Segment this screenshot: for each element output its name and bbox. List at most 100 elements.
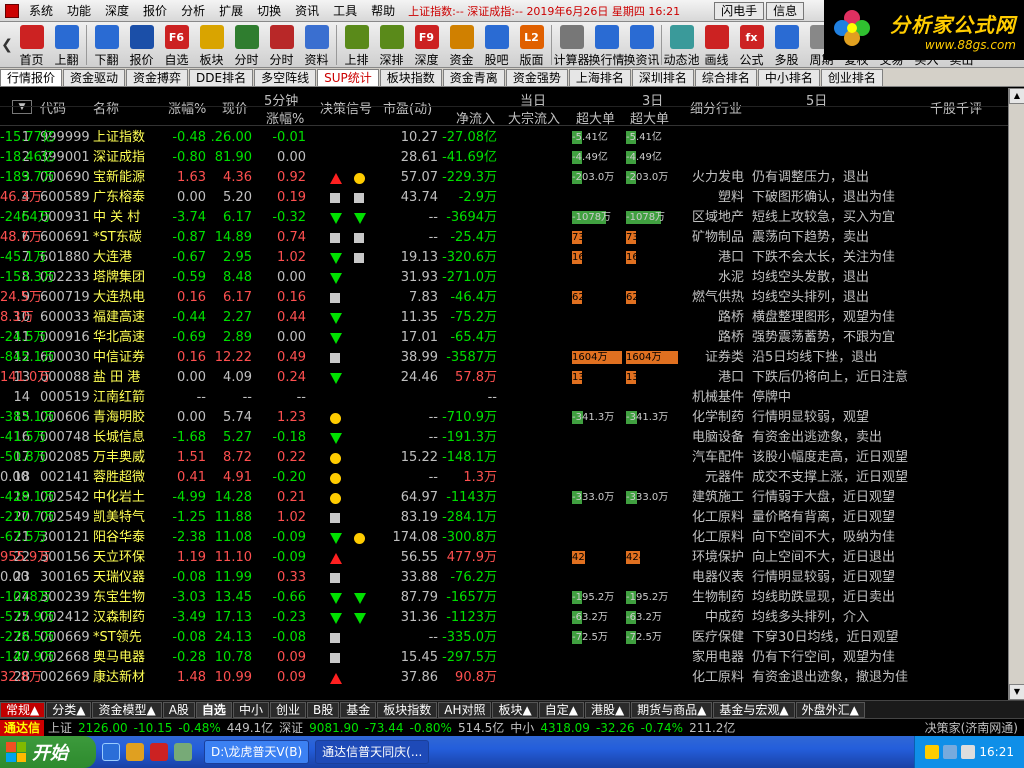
toolbar-button[interactable]: F6 自选 [159,22,194,68]
col-super[interactable]: 超大单 [576,108,615,127]
menu-item[interactable]: 深度 [98,0,136,22]
table-row[interactable]: 21 300121 阳谷华泰 -2.38 11.08 -0.09 174.08 -300.8万… [0,528,1024,548]
taskbar-task[interactable]: D:\龙虎普天V(B) [204,740,310,764]
table-row[interactable]: 24 300239 东宝生物 -3.03 13.45 -0.66 87.79 -1657万 -1… [0,588,1024,608]
tab-item[interactable]: 资金搏弈 [126,69,189,86]
tab-item[interactable]: 资金青离 [442,69,505,86]
col-m5-bottom[interactable]: 涨幅% [266,108,304,127]
toolbar-button[interactable]: 板块 [194,22,229,68]
menu-item[interactable]: 切换 [250,0,288,22]
tab-item[interactable]: SUP统计 [317,69,379,86]
table-row[interactable]: 5 000931 中 关 村 -3.74 6.17 -0.32 -- -3694万 -2464万… [0,208,1024,228]
bottom-tab[interactable]: 期货与商品▲ [631,701,713,718]
toolbar-button[interactable]: 换行情 [589,22,625,68]
menu-item[interactable]: 工具 [326,0,364,22]
col-signal[interactable]: 决策信号 [320,98,372,117]
tab-item[interactable]: 中小排名 [757,69,820,86]
table-row[interactable]: 25 002412 汉森制药 -3.49 17.13 -0.23 31.36 -1123万 -5… [0,608,1024,628]
bottom-tab[interactable]: AH对照 [438,701,492,718]
tab-item[interactable]: 深圳排名 [631,69,694,86]
app-quicklaunch-icon[interactable] [150,743,168,761]
toolbar-button[interactable]: 深排 [374,22,409,68]
taskbar-task[interactable]: 通达信普天同庆(... [315,740,430,764]
table-row[interactable]: 18 002141 蓉胜超微 0.41 4.91 -0.20 -- 1.3万 0.00 元器件 成交… [0,468,1024,488]
menu-button[interactable]: 闪电手 [714,1,765,20]
table-row[interactable]: 27 002668 奥马电器 -0.28 10.78 0.09 15.45 -297.5万 -1… [0,648,1024,668]
col-code[interactable]: 代码 [40,98,66,117]
scroll-up-icon[interactable]: ▲ [1009,88,1024,104]
menu-item[interactable]: 分析 [174,0,212,22]
bottom-tab[interactable]: 板块指数 [377,701,438,718]
toolbar-button[interactable]: L2 版面 [514,22,549,68]
bottom-tab[interactable]: 常规▲ [0,701,46,718]
bottom-tab[interactable]: 板块▲ [492,701,538,718]
toolbar-button[interactable]: 分时 [229,22,264,68]
table-row[interactable]: 2 399001 深证成指 -0.80 81.90 0.00 28.61 -41.69亿 -18… [0,148,1024,168]
toolbar-button[interactable]: 计算器 [554,22,590,68]
table-row[interactable]: 3 000690 宝新能源 1.63 4.36 0.92 57.07 -229.3万 -189.… [0,168,1024,188]
bottom-tab[interactable]: 自选 [195,701,232,718]
tab-item[interactable]: 板块指数 [379,69,442,86]
col-price[interactable]: 现价 [222,98,248,117]
bottom-tab[interactable]: 中小 [232,701,269,718]
tab-item[interactable]: 行情报价 [0,69,63,86]
bottom-tab[interactable]: 创业 [269,701,306,718]
toolbar-button[interactable]: 画线 [699,22,734,68]
toolbar-button[interactable]: 动态池 [664,22,700,68]
clock[interactable]: 16:21 [979,745,1014,759]
menu-item[interactable]: 功能 [60,0,98,22]
table-row[interactable]: 11 000916 华北高速 -0.69 2.89 0.00 17.01 -65.4万 -24.… [0,328,1024,348]
toolbar-button[interactable]: 上排 [339,22,374,68]
bottom-tab[interactable]: 基金与宏观▲ [713,701,795,718]
bottom-tab[interactable]: 外盘外汇▲ [795,701,865,718]
bottom-tab[interactable]: 港股▲ [584,701,631,718]
col-industry[interactable]: 细分行业 [690,98,742,117]
bottom-tab[interactable]: 基金 [340,701,377,718]
col-3day-super[interactable]: 超大单 [630,108,669,127]
bottom-tab[interactable]: B股 [306,701,340,718]
sort-dropdown-icon[interactable]: ▼ [12,100,32,114]
table-row[interactable]: 17 002085 万丰奥威 1.51 8.72 0.22 15.22 -148.1万 -50.… [0,448,1024,468]
desktop-quicklaunch-icon[interactable] [174,743,192,761]
table-row[interactable]: 19 002542 中化岩土 -4.99 14.28 0.21 64.97 -1143万 -42… [0,488,1024,508]
tab-item[interactable]: 创业排名 [820,69,883,86]
table-row[interactable]: 9 600719 大连热电 0.16 6.17 0.16 7.83 -46.4万 24.5万 燃气… [0,288,1024,308]
bottom-tab[interactable]: 自定▲ [538,701,584,718]
menu-item[interactable]: 系统 [22,0,60,22]
menu-item[interactable]: 报价 [136,0,174,22]
tab-item[interactable]: 资金强势 [505,69,568,86]
tab-item[interactable]: 多空阵线 [254,69,317,86]
tab-item[interactable]: 综合排名 [694,69,757,86]
table-row[interactable]: 4 600589 广东榕泰 0.00 5.20 0.19 43.74 -2.9万 46.3万 塑料… [0,188,1024,208]
menu-button[interactable]: 信息 [766,1,805,20]
toolbar-button[interactable]: fx 公式 [734,22,769,68]
toolbar-button[interactable]: 资金 [444,22,479,68]
toolbar-back-icon[interactable]: ❮ [0,22,14,68]
toolbar-button[interactable]: 股吧 [479,22,514,68]
table-row[interactable]: 13 000088 盐 田 港 0.00 4.09 0.24 24.46 57.8万 141.0… [0,368,1024,388]
app-icon[interactable] [2,1,22,21]
col-chg[interactable]: 涨幅% [168,98,206,117]
table-row[interactable]: 15 000606 青海明胶 0.00 5.74 1.23 -- -710.9万 -383.1万… [0,408,1024,428]
col-net[interactable]: 净流入 [456,108,495,127]
menu-item[interactable]: 帮助 [364,0,402,22]
tray-warning-icon[interactable] [925,745,940,759]
table-row[interactable]: 7 601880 大连港 -0.67 2.95 1.02 19.13 -320.6万 -45.1… [0,248,1024,268]
col-pe[interactable]: 市盈(动) [383,98,432,117]
toolbar-button[interactable]: 下翻 [89,22,124,68]
table-row[interactable]: 8 002233 塔牌集团 -0.59 8.48 0.00 31.93 -271.0万 -153… [0,268,1024,288]
toolbar-button[interactable]: 上翻 [49,22,84,68]
col-name[interactable]: 名称 [93,98,119,117]
ie-quicklaunch-icon[interactable] [102,743,120,761]
toolbar-button[interactable]: 首页 [14,22,49,68]
tab-item[interactable]: DDE排名 [189,69,254,86]
connection-status[interactable]: 决策家(济南网通) [925,719,1018,736]
tab-item[interactable]: 资金驱动 [63,69,126,86]
menu-item[interactable]: 资讯 [288,0,326,22]
scroll-down-icon[interactable]: ▼ [1009,684,1024,700]
menu-item[interactable]: 扩展 [212,0,250,22]
table-row[interactable]: 10 600033 福建高速 -0.44 2.27 0.44 11.35 -75.2万 8.3万… [0,308,1024,328]
table-row[interactable]: 12 600030 中信证券 0.16 12.22 0.49 38.99 -3587万 -845… [0,348,1024,368]
table-row[interactable]: 28 002669 康达新材 1.48 10.99 0.09 37.86 90.8万 32.8万… [0,668,1024,688]
toolbar-button[interactable]: 多股 [769,22,804,68]
